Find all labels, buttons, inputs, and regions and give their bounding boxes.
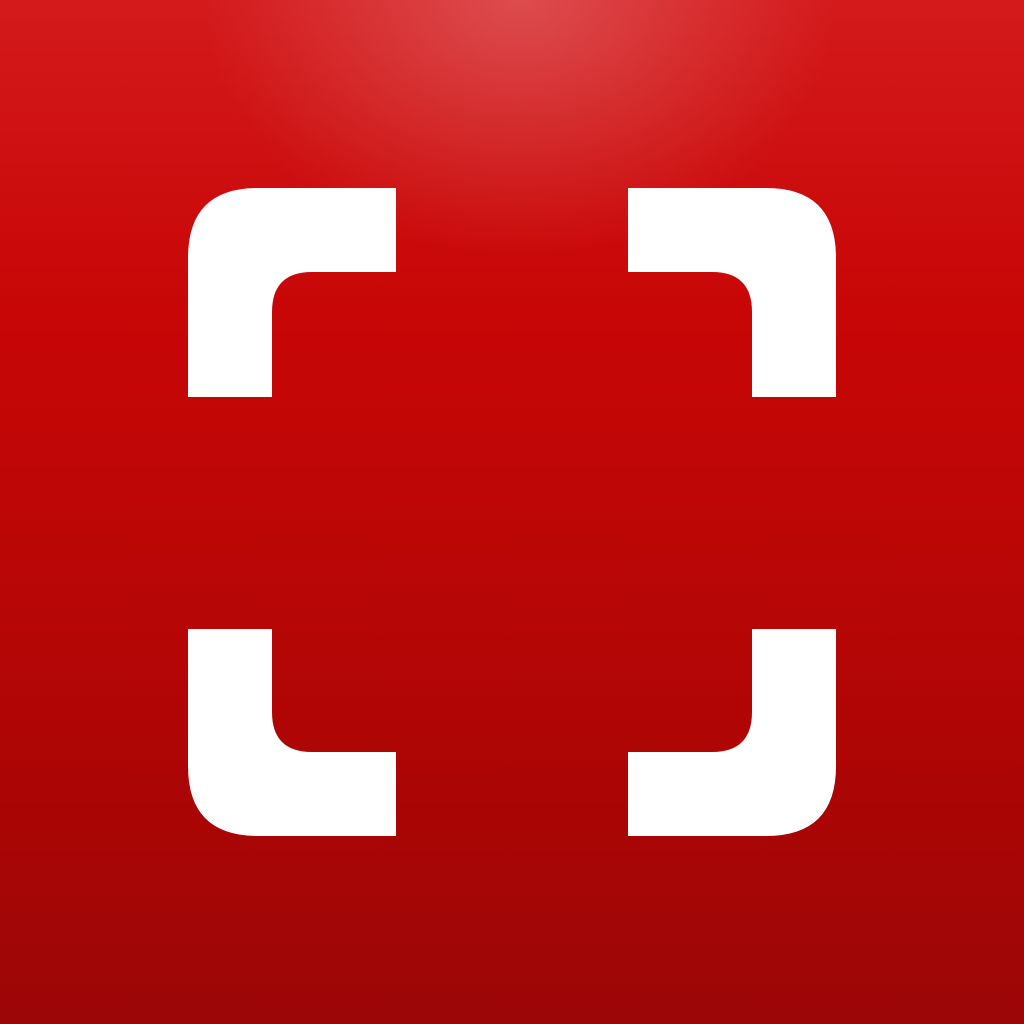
corner-top-right [628,188,836,397]
corner-bottom-right [628,629,836,836]
corner-bottom-left [188,629,396,836]
scan-frame-icon [188,188,836,836]
app-icon[interactable] [0,0,1024,1024]
corner-top-left [188,188,396,397]
